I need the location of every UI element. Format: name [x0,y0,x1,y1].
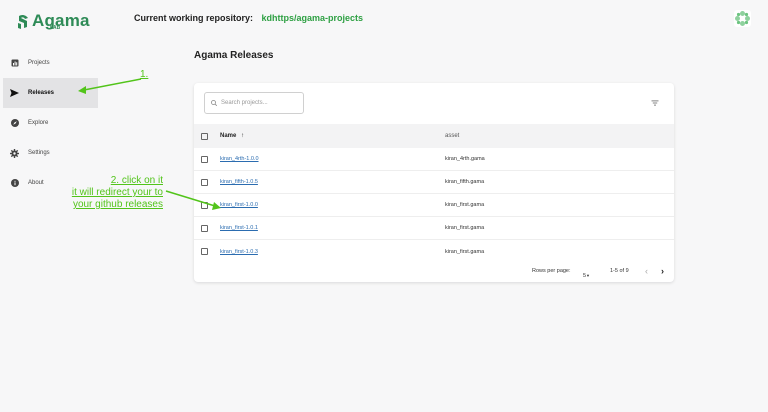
annotation-arrowhead-2 [212,202,221,210]
annotation-arrow-2 [165,190,216,207]
annotation-step-2: 2. click on it it will redirect your to … [40,175,163,211]
annotation-step-2-line3: your github releases [72,199,163,210]
annotation-arrowhead-1 [78,86,86,94]
annotation-step-1: 1. [140,69,149,80]
annotation-step-2-line1: 2. click on it [110,175,163,186]
annotation-arrow-1 [83,78,142,91]
annotation-step-2-line2: it will redirect your to [71,187,163,198]
